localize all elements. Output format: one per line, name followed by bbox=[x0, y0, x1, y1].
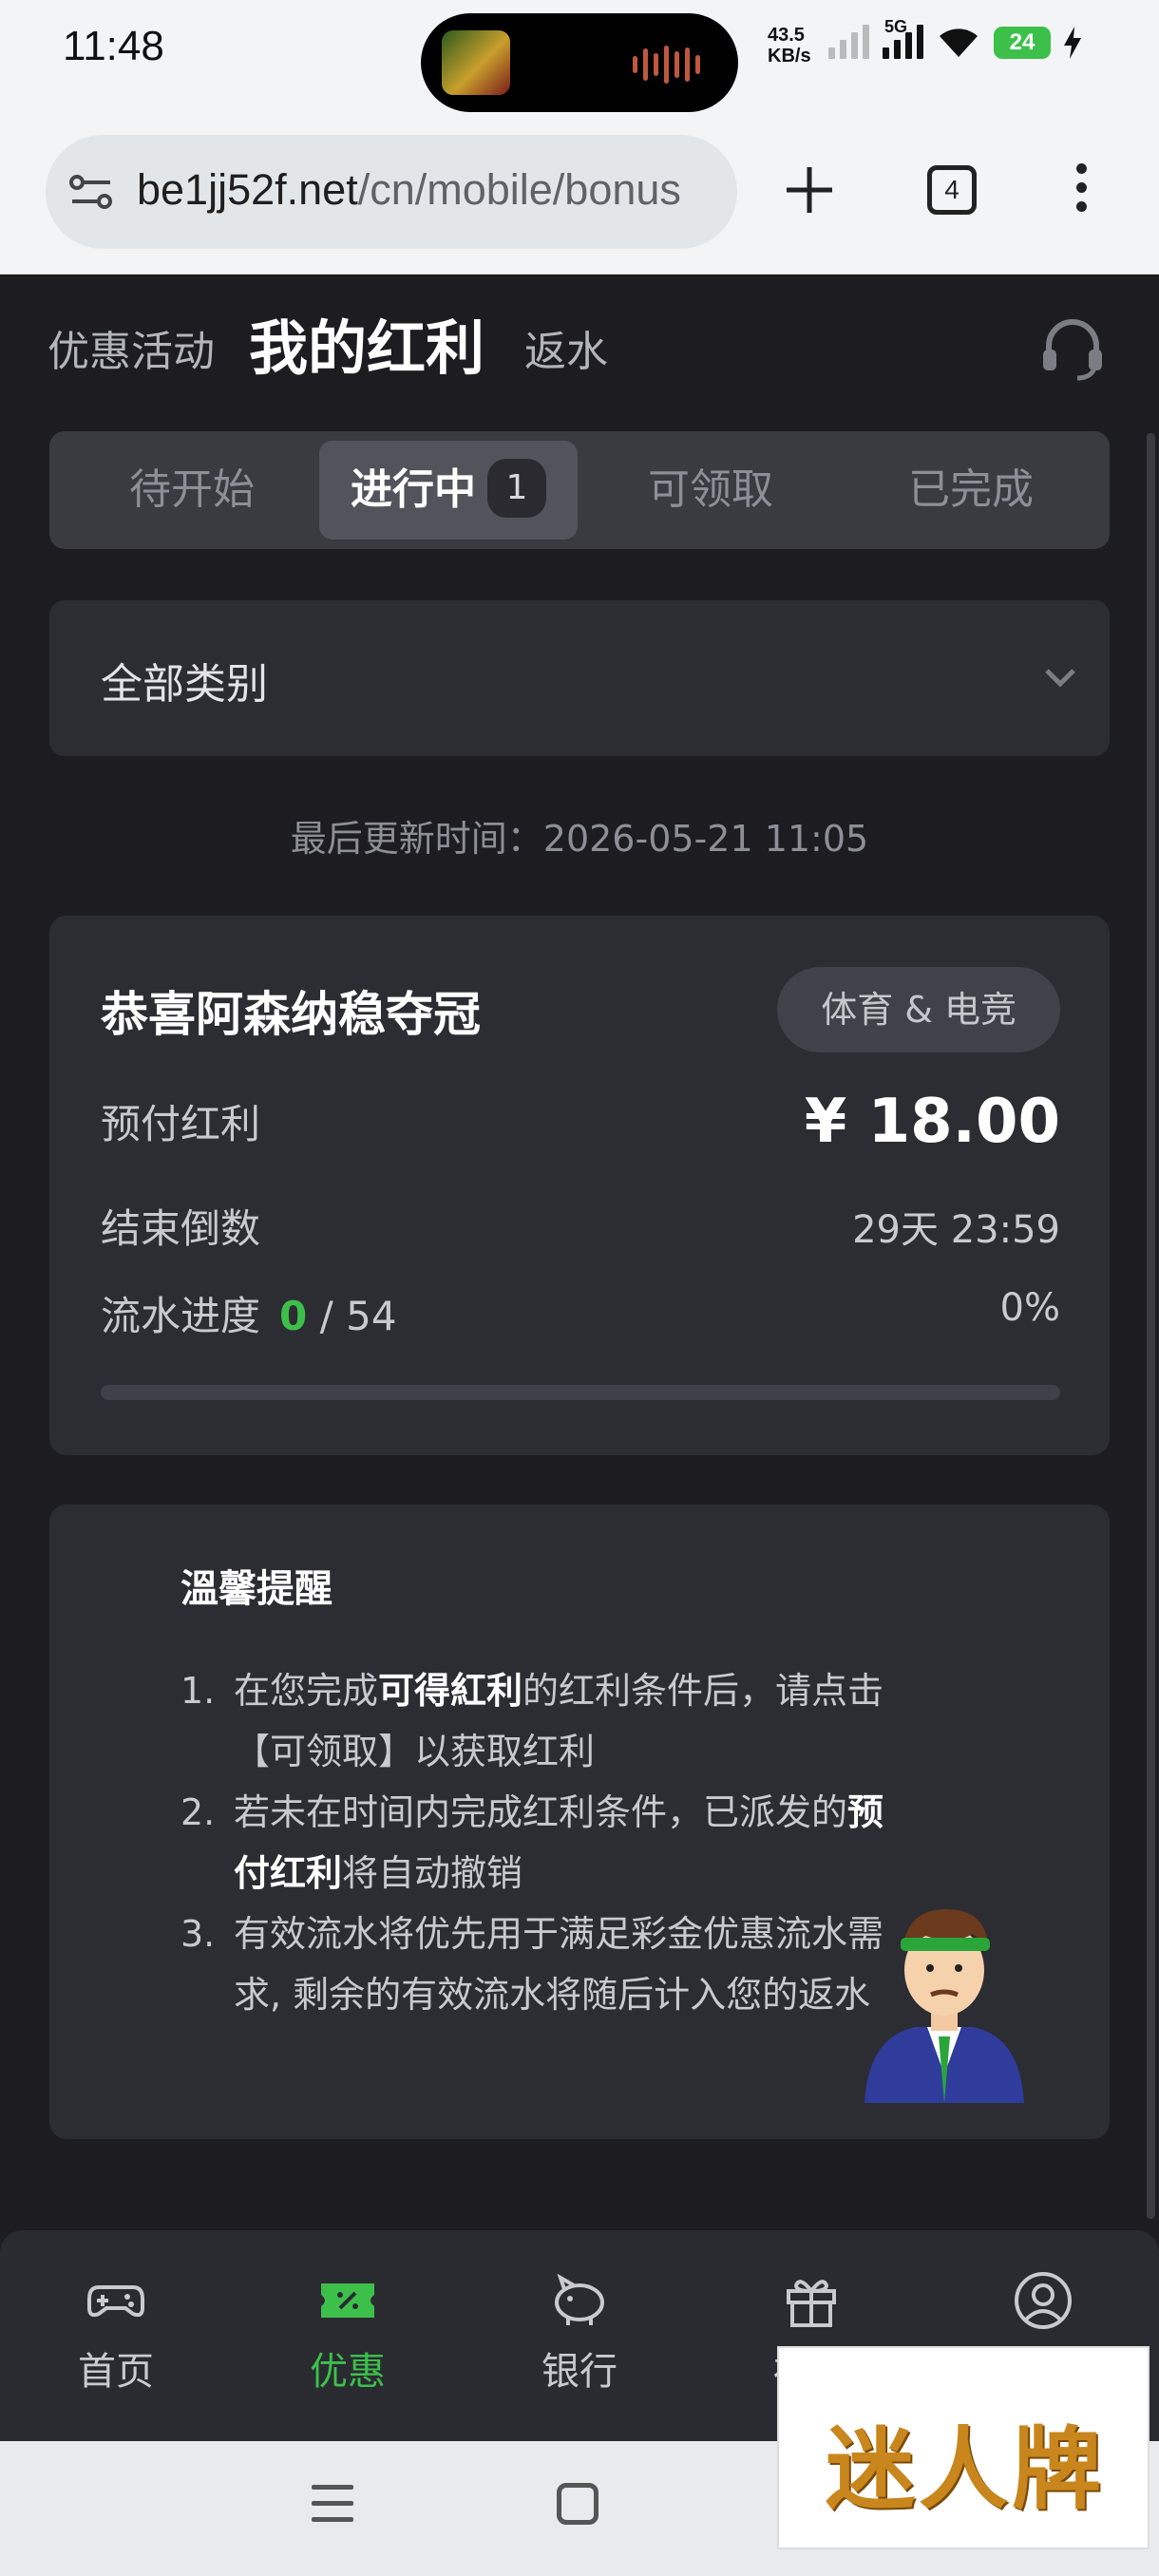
media-thumbnail bbox=[442, 30, 510, 95]
customer-service-icon[interactable] bbox=[1041, 315, 1104, 382]
watermark-text: 迷人牌 bbox=[825, 2417, 1105, 2522]
bonus-card[interactable]: 恭喜阿森纳稳夺冠 体育 & 电竞 预付红利 ¥ 18.00 结束倒数 29天 2… bbox=[49, 916, 1110, 1455]
gift-icon bbox=[787, 2280, 836, 2327]
reminder-title: 溫馨提醒 bbox=[180, 1567, 332, 1611]
status-time: 11:48 bbox=[63, 23, 164, 69]
category-tag: 体育 & 电竞 bbox=[777, 967, 1060, 1052]
url-text[interactable]: be1jj52f.net/cn/mobile/bonus bbox=[137, 165, 716, 215]
countdown-value: 29天 23:59 bbox=[852, 1208, 1060, 1252]
tab-completed[interactable]: 已完成 bbox=[842, 441, 1100, 540]
chevron-down-icon bbox=[1045, 669, 1075, 688]
reminder-panel: 溫馨提醒 1. 在您完成可得紅利的红利条件后，请点击【可领取】以获取红利 2. … bbox=[49, 1505, 1110, 2139]
wifi-icon bbox=[940, 28, 978, 57]
nav-bank[interactable]: 银行 bbox=[464, 2230, 695, 2441]
piggy-bank-icon bbox=[555, 2273, 604, 2325]
page-title[interactable]: 我的红利 bbox=[249, 300, 484, 386]
user-icon bbox=[1015, 2272, 1072, 2329]
turnover-progress-bar bbox=[101, 1385, 1060, 1400]
tab-switcher-icon[interactable]: 4 bbox=[927, 165, 977, 215]
audio-wave-icon bbox=[633, 46, 700, 84]
tip-item: 1. 在您完成可得紅利的红利条件后，请点击【可领取】以获取红利 bbox=[180, 1670, 884, 1772]
more-menu-icon[interactable] bbox=[1074, 163, 1089, 220]
turnover-total: / 54 bbox=[319, 1293, 397, 1339]
category-select[interactable]: 全部类别 bbox=[49, 600, 1110, 756]
tab-claimable[interactable]: 可领取 bbox=[581, 441, 840, 540]
gamepad-icon bbox=[87, 2285, 144, 2318]
turnover-current: 0 bbox=[279, 1293, 308, 1339]
mascot-illustration bbox=[864, 1909, 1024, 2103]
home-button-icon[interactable] bbox=[557, 2483, 598, 2525]
promo-tab[interactable]: 优惠活动 bbox=[48, 317, 215, 378]
tab-in-progress[interactable]: 进行中 1 bbox=[319, 441, 578, 540]
tip-item: 3. 有效流水将优先用于满足彩金优惠流水需求, 剩余的有效流水将随后计入您的返水 bbox=[180, 1913, 884, 2016]
page-header: 优惠活动 我的红利 返水 bbox=[0, 275, 1159, 418]
status-icons: 5G 24 bbox=[828, 17, 1081, 59]
browser-toolbar: be1jj52f.net/cn/mobile/bonus 4 bbox=[0, 123, 1159, 275]
recents-icon[interactable] bbox=[312, 2485, 353, 2523]
nav-promotions[interactable]: 优惠 bbox=[232, 2230, 464, 2441]
battery-icon: 24 bbox=[994, 27, 1051, 59]
signal-5g-icon: 5G bbox=[883, 17, 923, 59]
signal-off-icon bbox=[828, 25, 869, 59]
tab-pending[interactable]: 待开始 bbox=[63, 441, 321, 540]
last-updated-text: 最后更新时间：2026-05-21 11:05 bbox=[290, 818, 869, 860]
category-value: 全部类别 bbox=[101, 660, 268, 709]
charging-icon bbox=[1064, 27, 1081, 59]
address-bar[interactable]: be1jj52f.net/cn/mobile/bonus bbox=[46, 135, 737, 249]
ticket-icon bbox=[321, 2283, 374, 2318]
scrollbar[interactable] bbox=[1147, 433, 1155, 2219]
bonus-title: 恭喜阿森纳稳夺冠 bbox=[101, 987, 481, 1042]
status-bar: 11:48 43.5 KB/s 5G 24 bbox=[0, 0, 1159, 123]
watermark-logo: 迷人牌 bbox=[777, 2346, 1150, 2549]
new-tab-icon[interactable] bbox=[781, 161, 838, 218]
rebate-tab[interactable]: 返水 bbox=[524, 317, 608, 378]
status-tabs: 待开始 进行中 1 可领取 已完成 bbox=[49, 431, 1110, 549]
prepaid-amount: ¥ 18.00 bbox=[804, 1087, 1060, 1157]
count-badge: 1 bbox=[487, 459, 546, 518]
tip-item: 2. 若未在时间内完成红利条件，已派发的预付红利将自动撤销 bbox=[180, 1791, 884, 1894]
turnover-percent: 0% bbox=[999, 1286, 1060, 1330]
countdown-label: 结束倒数 bbox=[101, 1205, 261, 1252]
net-speed: 43.5 KB/s bbox=[768, 25, 811, 66]
turnover-progress: 流水进度 0 / 54 bbox=[101, 1293, 397, 1339]
nav-home[interactable]: 首页 bbox=[0, 2230, 232, 2441]
site-settings-icon[interactable] bbox=[68, 171, 114, 213]
dynamic-island[interactable] bbox=[421, 13, 738, 112]
prepaid-label: 预付红利 bbox=[101, 1101, 261, 1147]
